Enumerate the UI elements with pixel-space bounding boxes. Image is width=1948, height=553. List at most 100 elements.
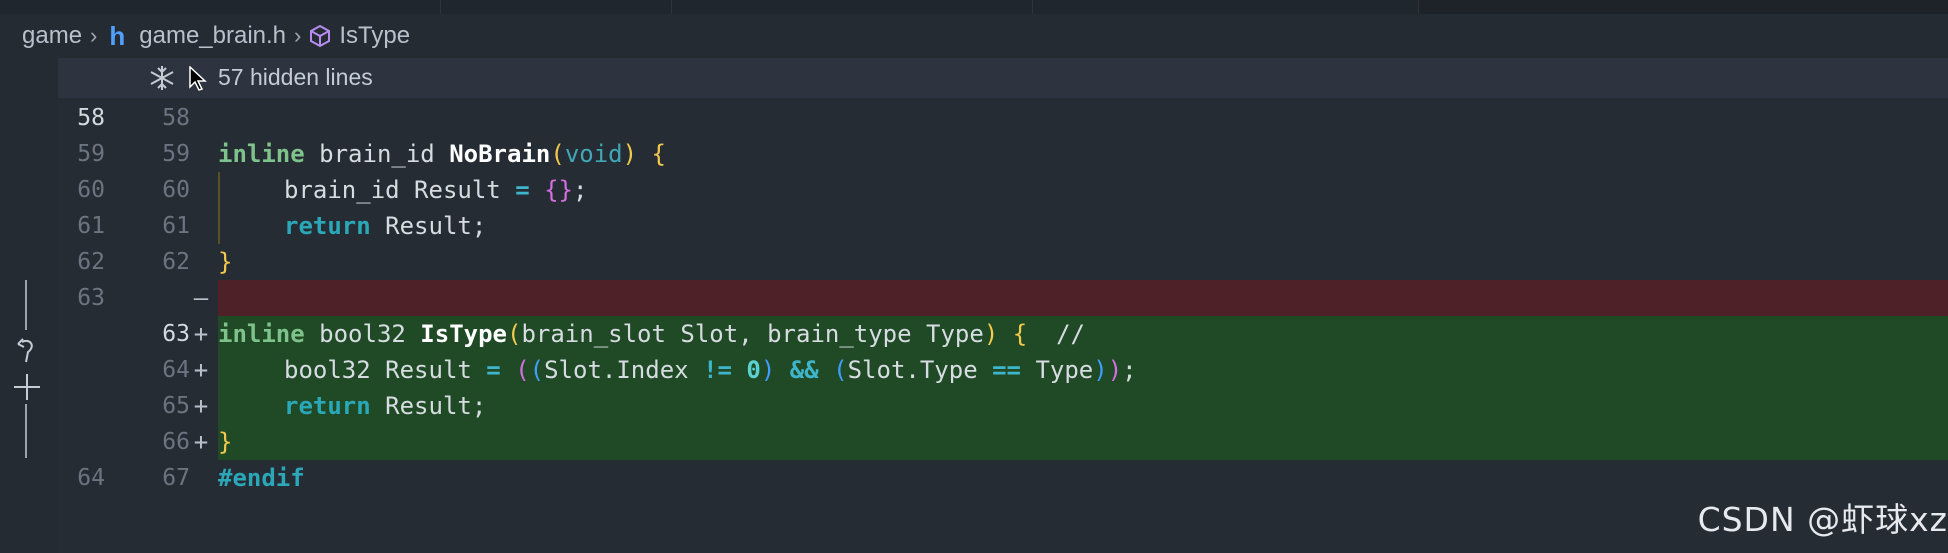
code-line: 61 61 return Result; (58, 208, 1948, 244)
brace: { (637, 140, 666, 168)
stage-hunk-icon[interactable] (12, 372, 42, 407)
added-line: 64 + bool32 Result = ((Slot.Index != 0) … (58, 352, 1948, 388)
code-text[interactable]: } (218, 424, 232, 460)
new-line-number: 63 (162, 321, 190, 347)
code-text[interactable]: return Result; (284, 208, 486, 244)
watermark: CSDN @虾球xz (1697, 500, 1948, 539)
new-line-number: 62 (162, 249, 190, 275)
brace: { (998, 320, 1028, 348)
added-marker: + (193, 428, 209, 456)
keyword-return: return (284, 392, 371, 420)
paren: ) (1093, 356, 1108, 384)
chevron-right-icon: › (90, 23, 98, 48)
number-literal: 0 (731, 356, 761, 384)
tab-strip (0, 0, 1948, 14)
hunk-line (25, 404, 27, 458)
chevron-right-icon: › (294, 23, 302, 48)
tab[interactable] (0, 0, 441, 14)
new-line-number: 67 (162, 465, 190, 491)
code-line: 64 67 #endif (58, 460, 1948, 496)
code-text[interactable]: bool32 Result = ((Slot.Index != 0) && (S… (284, 352, 1137, 388)
semicolon: ; (573, 176, 588, 204)
code-segment: bool32 Result (284, 356, 487, 384)
operator: == (992, 356, 1021, 384)
brace: } (558, 176, 573, 204)
paren: ( (818, 356, 848, 384)
removed-marker: — (193, 284, 209, 312)
code-segment: brain_id Result (284, 176, 516, 204)
code-segment: Result; (370, 212, 487, 240)
paren: ( (507, 320, 522, 348)
code-segment: Slot.Index (544, 356, 704, 384)
symbol-cube-icon (309, 24, 331, 48)
paren: ( (529, 356, 545, 384)
revert-icon[interactable] (14, 336, 38, 371)
old-line-number: 62 (77, 249, 105, 275)
code-segment: Slot.Type (847, 356, 993, 384)
mouse-pointer-icon (188, 65, 208, 98)
code-lines: 58 58 59 59 inline brain_id NoBrain(void… (58, 100, 1948, 496)
operator: && (775, 356, 819, 384)
semicolon: ; (1122, 356, 1137, 384)
keyword-return: return (284, 212, 371, 240)
paren: ) (760, 356, 776, 384)
paren: ( (550, 140, 565, 168)
new-line-number: 59 (162, 141, 190, 167)
hidden-lines-bar[interactable]: 57 hidden lines (58, 58, 1948, 98)
code-text[interactable]: #endif (218, 460, 305, 496)
old-line-number: 64 (77, 465, 105, 491)
keyword-void: void (564, 140, 623, 168)
code-segment: Result; (370, 392, 487, 420)
code-text[interactable]: inline brain_id NoBrain(void) { (218, 136, 666, 172)
c-header-file-icon: h (109, 20, 126, 51)
code-line: 60 60 brain_id Result = {}; (58, 172, 1948, 208)
code-line: 58 58 (58, 100, 1948, 136)
old-line-number: 63 (77, 285, 105, 311)
code-line: 59 59 inline brain_id NoBrain(void) { (58, 136, 1948, 172)
new-line-number: 61 (162, 213, 190, 239)
keyword: inline (218, 320, 305, 348)
new-line-number: 58 (162, 105, 190, 131)
operator: = (486, 356, 501, 384)
new-line-number: 64 (162, 357, 190, 383)
tab[interactable] (672, 0, 1033, 14)
new-line-number: 66 (162, 429, 190, 455)
code-text[interactable]: inline bool32 IsType(brain_slot Slot, br… (218, 316, 1085, 352)
deleted-line: 63 — (58, 280, 1948, 316)
indent-guide (218, 172, 220, 208)
type-name: brain_id (304, 140, 450, 168)
breadcrumb-symbol[interactable]: IsType (339, 22, 410, 50)
breadcrumb-folder[interactable]: game (22, 22, 82, 50)
new-line-number: 65 (162, 393, 190, 419)
brace: } (218, 248, 233, 276)
type-name: bool32 (304, 320, 421, 348)
brace: { (529, 176, 559, 204)
hidden-lines-label[interactable]: 57 hidden lines (218, 64, 373, 91)
breadcrumb-file[interactable]: game_brain.h (139, 22, 286, 50)
preprocessor-directive: #endif (218, 464, 305, 492)
unfold-icon[interactable] (148, 64, 176, 92)
tab[interactable] (441, 0, 672, 14)
diff-hunk-controls (14, 280, 52, 460)
breadcrumb: game › h game_brain.h › IsType (0, 14, 1948, 58)
paren: ) (622, 140, 638, 168)
old-line-number: 61 (77, 213, 105, 239)
old-line-number: 58 (77, 105, 105, 131)
operator: != (703, 356, 732, 384)
paren: ) (1107, 356, 1123, 384)
indent-guide (218, 208, 220, 244)
code-text[interactable]: brain_id Result = {}; (284, 172, 587, 208)
code-text[interactable]: } (218, 244, 232, 280)
operator: = (515, 176, 530, 204)
comment: // (1027, 320, 1085, 348)
function-name: NoBrain (449, 140, 551, 168)
code-text[interactable]: return Result; (284, 388, 486, 424)
code-segment: Type (1021, 356, 1094, 384)
added-line: 66 + } (58, 424, 1948, 460)
added-marker: + (193, 356, 209, 384)
added-marker: + (193, 392, 209, 420)
parameters: brain_slot Slot, brain_type Type (521, 320, 984, 348)
keyword: inline (218, 140, 305, 168)
tab[interactable] (1033, 0, 1419, 14)
function-name: IsType (420, 320, 507, 348)
